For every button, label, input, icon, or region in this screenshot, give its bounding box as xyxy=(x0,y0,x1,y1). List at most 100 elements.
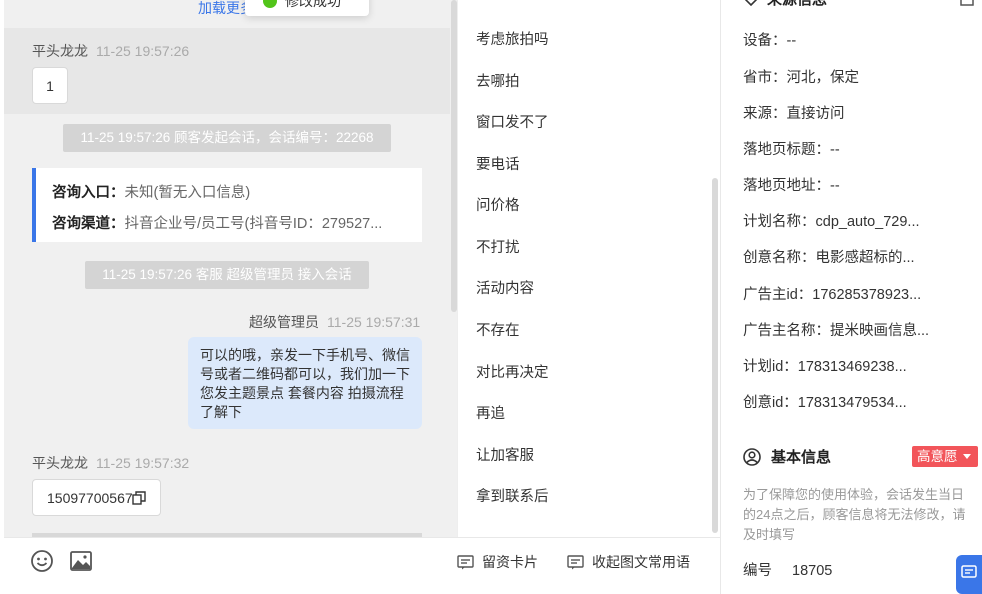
sender-name: 平头龙龙 xyxy=(32,43,88,59)
info-field: 落地页地址：-- xyxy=(743,174,840,195)
info-field: 省市：河北，保定 xyxy=(743,66,859,87)
floating-chat-button[interactable] xyxy=(956,555,982,594)
field-label: 创意id： xyxy=(743,395,798,411)
channel-value: 抖音企业号/员工号(抖音号ID：279527... xyxy=(124,216,383,232)
quick-reply-item[interactable]: 去哪拍 xyxy=(476,70,520,91)
number-field: 编号 18705 xyxy=(743,559,832,580)
field-value: -- xyxy=(830,142,840,158)
source-info-heading: 来源信息 xyxy=(743,0,827,9)
lead-card-button[interactable]: 留资卡片 xyxy=(457,552,538,572)
field-label: 计划id： xyxy=(743,359,798,375)
chat-panel: 加载更多 平头龙龙 11-25 19:57:26 1 11-25 19:57:26… xyxy=(0,0,457,594)
info-field: 设备：-- xyxy=(743,29,796,50)
message-time: 11-25 19:57:31 xyxy=(327,314,421,330)
collapse-phrases-label: 收起图文常用语 xyxy=(592,554,690,570)
sender-name: 超级管理员 xyxy=(249,314,319,330)
number-value: 18705 xyxy=(792,563,833,579)
info-field: 广告主id：176285378923... xyxy=(743,283,921,304)
info-field: 来源：直接访问 xyxy=(743,102,845,123)
field-label: 来源： xyxy=(743,106,787,122)
field-value: -- xyxy=(786,33,797,49)
intent-badge[interactable]: 高意愿 xyxy=(912,446,978,467)
field-label: 广告主id： xyxy=(743,287,813,303)
source-info-title: 来源信息 xyxy=(767,0,827,8)
image-icon[interactable] xyxy=(69,549,93,573)
field-label: 落地页地址： xyxy=(743,178,830,194)
quick-reply-scrollbar[interactable] xyxy=(712,178,718,533)
collapse-phrases-button[interactable]: 收起图文常用语 xyxy=(567,552,690,572)
field-label: 创意名称： xyxy=(743,250,816,266)
card-icon xyxy=(457,555,474,570)
quick-reply-item[interactable]: 活动内容 xyxy=(476,277,534,298)
info-field: 计划名称：cdp_auto_729... xyxy=(743,210,920,231)
sender-name: 平头龙龙 xyxy=(32,455,88,471)
basic-info-heading: 基本信息 xyxy=(743,446,831,467)
field-value: 河北，保定 xyxy=(786,70,860,86)
field-label: 广告主名称： xyxy=(743,323,830,339)
message-text: 可以的哦，亲发一下手机号、微信号或者二维码都可以，我们加一下您发主题景点 套餐内… xyxy=(200,347,410,420)
chat-icon xyxy=(961,565,977,578)
success-icon xyxy=(263,0,277,8)
channel-label: 咨询渠道： xyxy=(52,216,125,232)
quick-reply-item[interactable]: 考虑旅拍吗 xyxy=(476,28,549,49)
entry-info-card: 咨询入口：未知(暂无入口信息) 咨询渠道：抖音企业号/员工号(抖音号ID：279… xyxy=(32,168,422,242)
info-field: 创意名称：电影感超标的... xyxy=(743,246,915,267)
user-icon xyxy=(743,448,761,466)
caret-down-icon xyxy=(963,454,971,459)
field-value: 直接访问 xyxy=(786,106,845,122)
message-icon xyxy=(567,555,584,570)
agent-message-bubble: 可以的哦，亲发一下手机号、微信号或者二维码都可以，我们加一下您发主题景点 套餐内… xyxy=(188,337,422,429)
message-sender: 超级管理员 11-25 19:57:31 xyxy=(249,312,420,332)
customer-info-panel: 来源信息 设备：-- 省市：河北，保定 来源：直接访问 落地页标题：-- 落地页… xyxy=(721,0,982,594)
field-value: cdp_auto_729... xyxy=(815,214,920,230)
field-label: 落地页标题： xyxy=(743,142,830,158)
message-time: 11-25 19:57:32 xyxy=(96,455,190,471)
quick-reply-item[interactable]: 要电话 xyxy=(476,153,520,174)
info-field: 创意id：178313479534... xyxy=(743,391,907,412)
message-time: 11-25 19:57:26 xyxy=(96,43,190,59)
entry-row: 咨询入口：未知(暂无入口信息) xyxy=(52,181,250,202)
quick-reply-item[interactable]: 拿到联系后 xyxy=(476,485,549,506)
emoji-icon[interactable] xyxy=(30,549,54,573)
quick-reply-panel: 考虑旅拍吗 去哪拍 窗口发不了 要电话 问价格 不打扰 活动内容 不存在 对比再… xyxy=(457,0,720,537)
field-value: 178313479534... xyxy=(797,395,907,411)
field-label: 省市： xyxy=(743,70,787,86)
info-field: 落地页标题：-- xyxy=(743,138,840,159)
field-value: 176285378923... xyxy=(812,287,922,303)
field-value: 178313469238... xyxy=(797,359,907,375)
entry-label: 咨询入口： xyxy=(52,185,125,201)
info-field: 广告主名称：提米映画信息... xyxy=(743,319,929,340)
quick-reply-item[interactable]: 不打扰 xyxy=(476,236,520,257)
field-value: 电影感超标的... xyxy=(815,250,915,266)
system-notice: 11-25 19:57:26 顾客发起会话，会话编号：22268 xyxy=(63,124,391,152)
quick-reply-item[interactable]: 再追 xyxy=(476,402,505,423)
message-bubble: 1 xyxy=(32,67,68,104)
field-value: -- xyxy=(830,178,840,194)
intent-label: 高意愿 xyxy=(917,449,958,464)
message-sender: 平头龙龙 11-25 19:57:26 xyxy=(32,41,189,61)
edit-notice: 为了保障您的使用体验，会话发生当日的24点之后，顾客信息将无法修改，请及时填写 xyxy=(743,487,966,542)
field-value: 提米映画信息... xyxy=(830,323,930,339)
channel-row: 咨询渠道：抖音企业号/员工号(抖音号ID：279527... xyxy=(52,212,382,233)
quick-reply-item[interactable]: 问价格 xyxy=(476,194,520,215)
success-toast: 修改成功 xyxy=(245,0,369,16)
system-notice: 11-25 19:57:26 客服 超级管理员 接入会话 xyxy=(85,261,369,289)
field-label: 计划名称： xyxy=(743,214,816,230)
basic-info-title: 基本信息 xyxy=(771,449,832,466)
copy-icon[interactable] xyxy=(132,491,146,505)
number-label: 编号 xyxy=(743,563,772,579)
quick-reply-item[interactable]: 对比再决定 xyxy=(476,361,549,382)
quick-reply-item[interactable]: 窗口发不了 xyxy=(476,111,549,132)
toast-text: 修改成功 xyxy=(285,0,341,9)
message-text: 1 xyxy=(46,78,54,94)
message-text: 15097700567 xyxy=(47,490,133,506)
entry-value: 未知(暂无入口信息) xyxy=(124,185,251,201)
info-field: 计划id：178313469238... xyxy=(743,355,907,376)
quick-reply-item[interactable]: 让加客服 xyxy=(476,444,534,465)
message-bubble: 15097700567 xyxy=(32,479,161,516)
field-label: 设备： xyxy=(743,33,787,49)
quick-reply-item[interactable]: 不存在 xyxy=(476,319,520,340)
edit-icon[interactable] xyxy=(960,0,974,6)
source-icon xyxy=(744,0,758,7)
lead-card-label: 留资卡片 xyxy=(482,554,538,570)
